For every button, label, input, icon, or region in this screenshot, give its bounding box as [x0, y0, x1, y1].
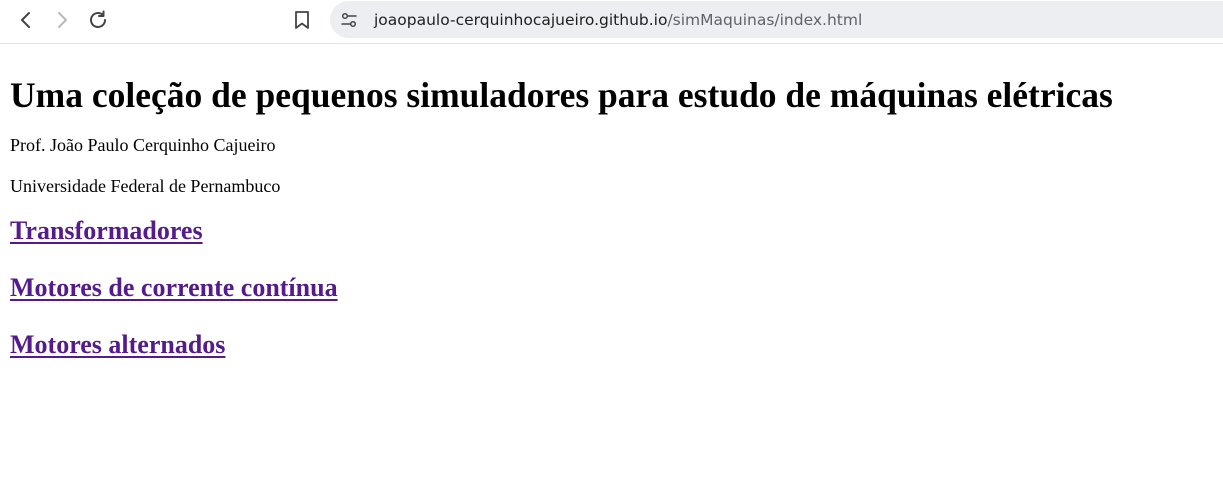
university-text: Universidade Federal de Pernambuco [10, 176, 281, 196]
forward-arrow-icon [58, 12, 67, 28]
reload-icon [90, 10, 106, 28]
bookmark-icon [295, 11, 309, 29]
back-button[interactable] [12, 6, 40, 34]
back-arrow-icon [21, 12, 30, 28]
site-info-icon[interactable] [339, 10, 359, 30]
bookmark-button[interactable] [288, 6, 316, 34]
url-text[interactable]: joaopaulo-cerquinhocajueiro.github.io/si… [374, 11, 862, 29]
address-bar[interactable]: joaopaulo-cerquinhocajueiro.github.io/si… [330, 1, 1223, 38]
browser-toolbar: joaopaulo-cerquinhocajueiro.github.io/si… [0, 0, 1223, 44]
forward-button[interactable] [48, 6, 76, 34]
link-motores-alternados[interactable]: Motores alternados [10, 330, 1213, 360]
reload-button[interactable] [84, 6, 112, 34]
link-motores-corrente-continua[interactable]: Motores de corrente contínua [10, 273, 1213, 303]
author-text: Prof. João Paulo Cerquinho Cajueiro [10, 135, 276, 155]
url-domain: joaopaulo-cerquinhocajueiro.github.io [374, 10, 668, 29]
page-content: Uma coleção de pequenos simuladores para… [0, 75, 1223, 360]
link-transformadores[interactable]: Transformadores [10, 216, 1213, 246]
page-title: Uma coleção de pequenos simuladores para… [10, 75, 1113, 115]
url-path: /simMaquinas/index.html [667, 10, 863, 29]
